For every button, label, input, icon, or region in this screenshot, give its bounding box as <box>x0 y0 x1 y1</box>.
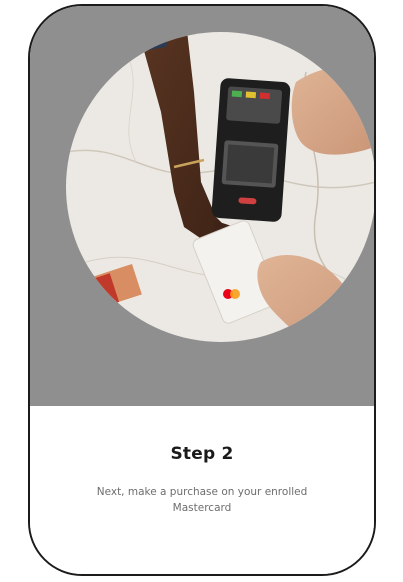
step-title: Step 2 <box>170 444 234 464</box>
hero-area <box>30 6 374 406</box>
step-caption: Step 2 Next, make a purchase on your enr… <box>30 406 374 574</box>
step-card: Step 2 Next, make a purchase on your enr… <box>28 4 376 576</box>
payment-terminal <box>211 78 291 222</box>
payment-photo <box>66 32 374 342</box>
step-description: Next, make a purchase on your enrolled M… <box>96 486 308 514</box>
